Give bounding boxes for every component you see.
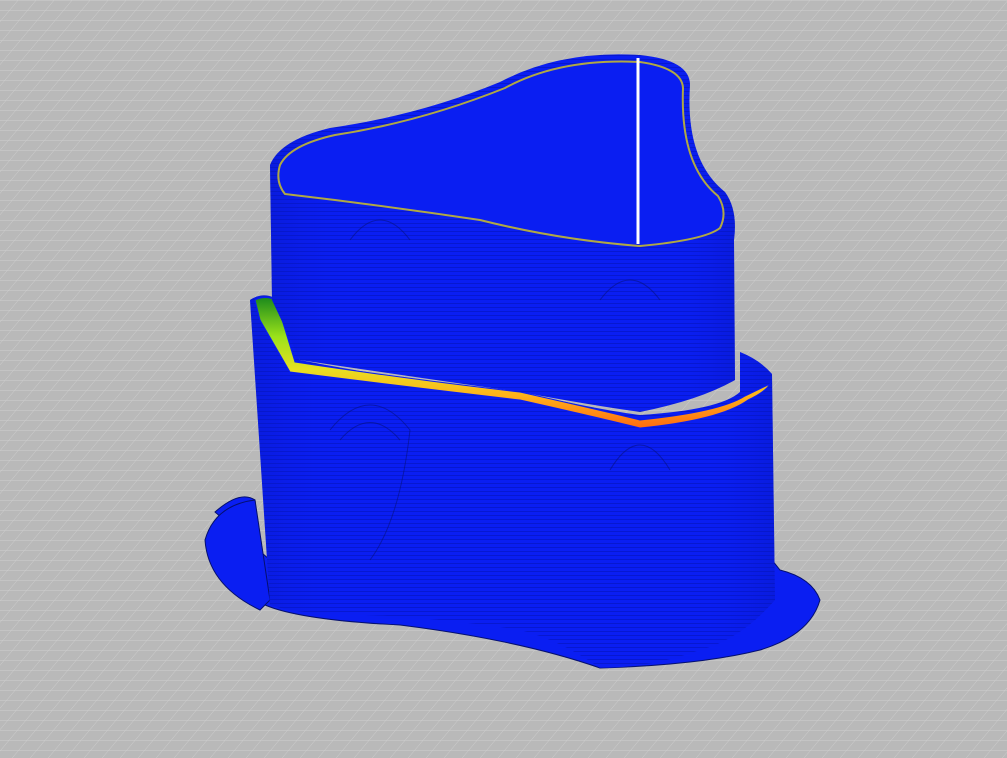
3d-scene[interactable] xyxy=(0,0,1007,758)
3d-print-preview-viewport[interactable] xyxy=(0,0,1007,758)
